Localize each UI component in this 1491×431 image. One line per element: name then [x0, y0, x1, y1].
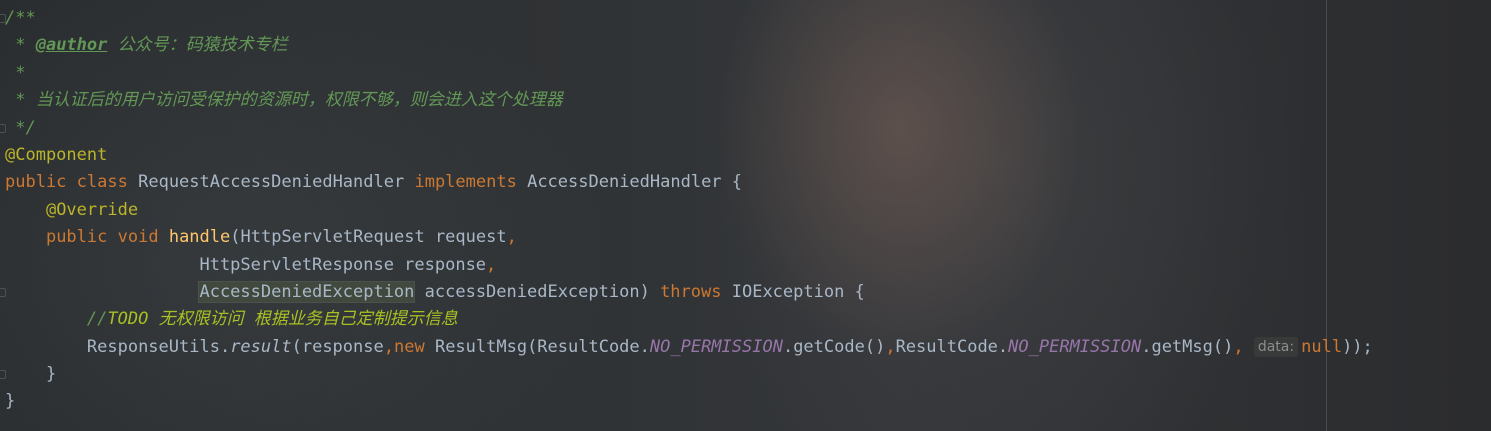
- close-brace: }: [5, 391, 16, 412]
- method-name: handle: [168, 227, 231, 248]
- code-line: //TODO 无权限访问 根据业务自己定制提示信息: [0, 306, 1491, 333]
- exception-type: IOException {: [731, 281, 865, 302]
- code-line: *: [0, 60, 1491, 87]
- comma: ,: [506, 227, 517, 248]
- javadoc-close: */: [5, 117, 36, 138]
- component-annotation: @Component: [5, 144, 108, 165]
- parameter-exception: accessDeniedException): [414, 281, 650, 302]
- code-line: public void handle(HttpServletRequest re…: [0, 224, 1491, 251]
- code-line: ResponseUtils.result(response,new Result…: [0, 334, 1491, 361]
- constructor-call: ResultMsg(ResultCode.: [434, 336, 650, 357]
- javadoc-author-text: 公众号：码猿技术专栏: [107, 35, 288, 56]
- static-constant: NO_PERMISSION: [1008, 336, 1142, 357]
- code-line: HttpServletResponse response,: [0, 252, 1491, 279]
- code-editor[interactable]: /** * @author 公众号：码猿技术专栏 * * 当认证后的用户访问受保…: [0, 0, 1491, 431]
- code-line: @Override: [0, 197, 1491, 224]
- code-line: * @author 公众号：码猿技术专栏: [0, 32, 1491, 59]
- parameter-name-hint: data:: [1253, 336, 1299, 357]
- keyword-void: void: [117, 227, 159, 248]
- code-area[interactable]: /** * @author 公众号：码猿技术专栏 * * 当认证后的用户访问受保…: [0, 5, 1491, 416]
- keyword-new: new: [393, 336, 425, 357]
- code-line: /**: [0, 5, 1491, 32]
- close-brace: }: [45, 364, 57, 385]
- javadoc-star: *: [5, 62, 26, 83]
- keyword-throws: throws: [660, 281, 722, 302]
- get-code-call: .getCode(): [782, 336, 886, 357]
- code-line: @Component: [0, 142, 1491, 169]
- javadoc-author-tag: @author: [35, 35, 108, 56]
- keyword-class: class: [76, 172, 128, 193]
- class-name: RequestAccessDeniedHandler: [138, 172, 405, 193]
- comma: ,: [383, 336, 394, 357]
- parameter-request: (HttpServletRequest request: [230, 227, 507, 248]
- code-line: }: [0, 388, 1491, 415]
- highlighted-type-reference[interactable]: AccessDeniedException: [198, 280, 416, 303]
- keyword-null: null: [1301, 336, 1343, 357]
- keyword-public: public: [45, 227, 108, 248]
- todo-text: 无权限访问 根据业务自己定制提示信息: [148, 309, 458, 330]
- closing-parens: ));: [1342, 336, 1373, 357]
- code-line: }: [0, 361, 1491, 388]
- comment-slashes: //: [86, 309, 108, 330]
- code-line: */: [0, 115, 1491, 142]
- argument-response: (response: [291, 336, 384, 357]
- utility-class-ref: ResponseUtils.: [86, 336, 231, 357]
- todo-keyword: TODO: [107, 309, 149, 330]
- code-line: * 当认证后的用户访问受保护的资源时，权限不够，则会进入这个处理器: [0, 87, 1491, 114]
- comma: ,: [1233, 336, 1244, 357]
- static-method-call: result: [230, 336, 292, 357]
- comma: ,: [885, 336, 896, 357]
- code-line: AccessDeniedException accessDeniedExcept…: [0, 279, 1491, 306]
- result-code-ref: ResultCode.: [895, 336, 1009, 357]
- comma: ,: [486, 254, 497, 275]
- interface-name: AccessDeniedHandler: [527, 172, 722, 193]
- get-msg-call: .getMsg(): [1141, 336, 1234, 357]
- javadoc-star: *: [5, 35, 36, 56]
- parameter-response: HttpServletResponse response: [199, 254, 487, 275]
- static-constant: NO_PERMISSION: [649, 336, 783, 357]
- keyword-public: public: [5, 172, 67, 193]
- override-annotation: @Override: [45, 199, 139, 220]
- open-brace: {: [731, 172, 743, 193]
- javadoc-open: /**: [5, 8, 36, 28]
- javadoc-description: * 当认证后的用户访问受保护的资源时，权限不够，则会进入这个处理器: [5, 90, 563, 111]
- keyword-implements: implements: [414, 172, 517, 193]
- code-line: public class RequestAccessDeniedHandler …: [0, 169, 1491, 196]
